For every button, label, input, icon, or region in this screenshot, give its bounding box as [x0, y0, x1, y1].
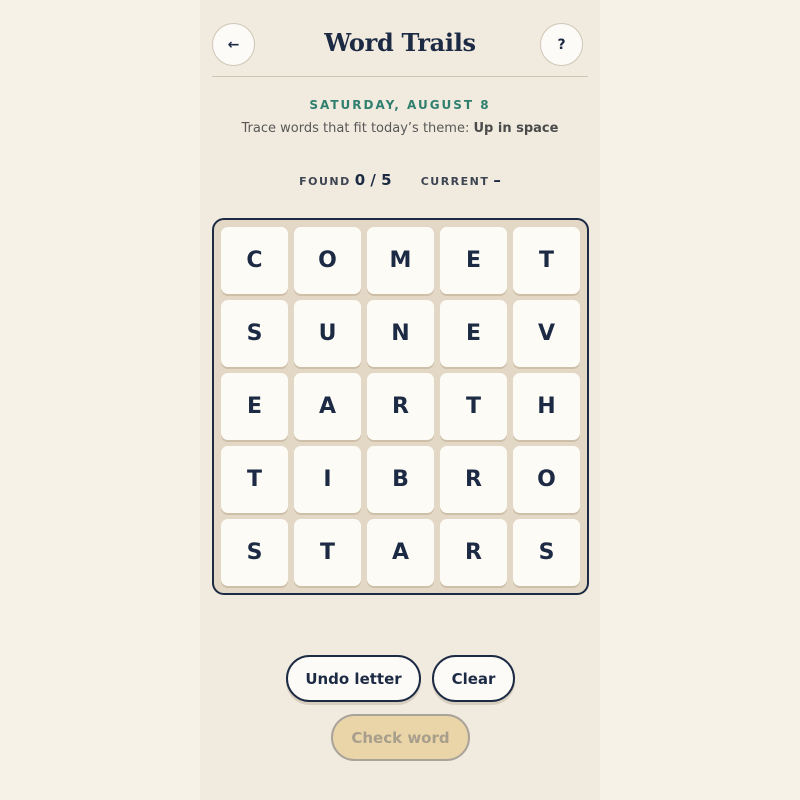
letter-tile[interactable]: S	[221, 300, 288, 367]
found-label: FOUND	[299, 175, 351, 188]
letter-tile[interactable]: E	[440, 227, 507, 294]
letter-tile[interactable]: U	[294, 300, 361, 367]
letter-tile[interactable]: S	[221, 519, 288, 586]
letter-tile[interactable]: T	[294, 519, 361, 586]
clear-button[interactable]: Clear	[432, 655, 515, 702]
letter-tile[interactable]: O	[513, 446, 580, 513]
letter-tile[interactable]: A	[294, 373, 361, 440]
letter-tile[interactable]: C	[221, 227, 288, 294]
letter-tile[interactable]: A	[367, 519, 434, 586]
letter-tile[interactable]: V	[513, 300, 580, 367]
letter-tile[interactable]: R	[440, 519, 507, 586]
letter-tile[interactable]: B	[367, 446, 434, 513]
stats-bar: FOUND 0 / 5 CURRENT –	[200, 170, 600, 189]
header-divider	[212, 76, 588, 77]
current-word: –	[493, 171, 501, 189]
game-panel: ← Word Trails ? SATURDAY, AUGUST 8 Trace…	[200, 0, 600, 800]
theme-name: Up in space	[473, 121, 559, 136]
letter-tile[interactable]: T	[221, 446, 288, 513]
letter-tile[interactable]: S	[513, 519, 580, 586]
theme-line: Trace words that fit today’s theme: Up i…	[200, 121, 600, 136]
letter-tile[interactable]: T	[440, 373, 507, 440]
letter-tile[interactable]: H	[513, 373, 580, 440]
current-label: CURRENT	[420, 175, 490, 188]
puzzle-date: SATURDAY, AUGUST 8	[309, 98, 491, 112]
letter-tile[interactable]: R	[367, 373, 434, 440]
letter-tile[interactable]: T	[513, 227, 580, 294]
theme-prefix: Trace words that fit today’s theme:	[241, 121, 470, 136]
letter-tile[interactable]: O	[294, 227, 361, 294]
found-count: 0 / 5	[354, 171, 392, 189]
letter-tile[interactable]: N	[367, 300, 434, 367]
letter-tile[interactable]: M	[367, 227, 434, 294]
help-button[interactable]: ?	[540, 23, 583, 66]
letter-grid: COMETSUNEVEARTHTIBROSTARS	[212, 218, 589, 595]
letter-tile[interactable]: E	[221, 373, 288, 440]
letter-tile[interactable]: R	[440, 446, 507, 513]
undo-letter-button[interactable]: Undo letter	[286, 655, 421, 702]
letter-tile[interactable]: I	[294, 446, 361, 513]
check-word-button[interactable]: Check word	[331, 714, 470, 761]
letter-tile[interactable]: E	[440, 300, 507, 367]
